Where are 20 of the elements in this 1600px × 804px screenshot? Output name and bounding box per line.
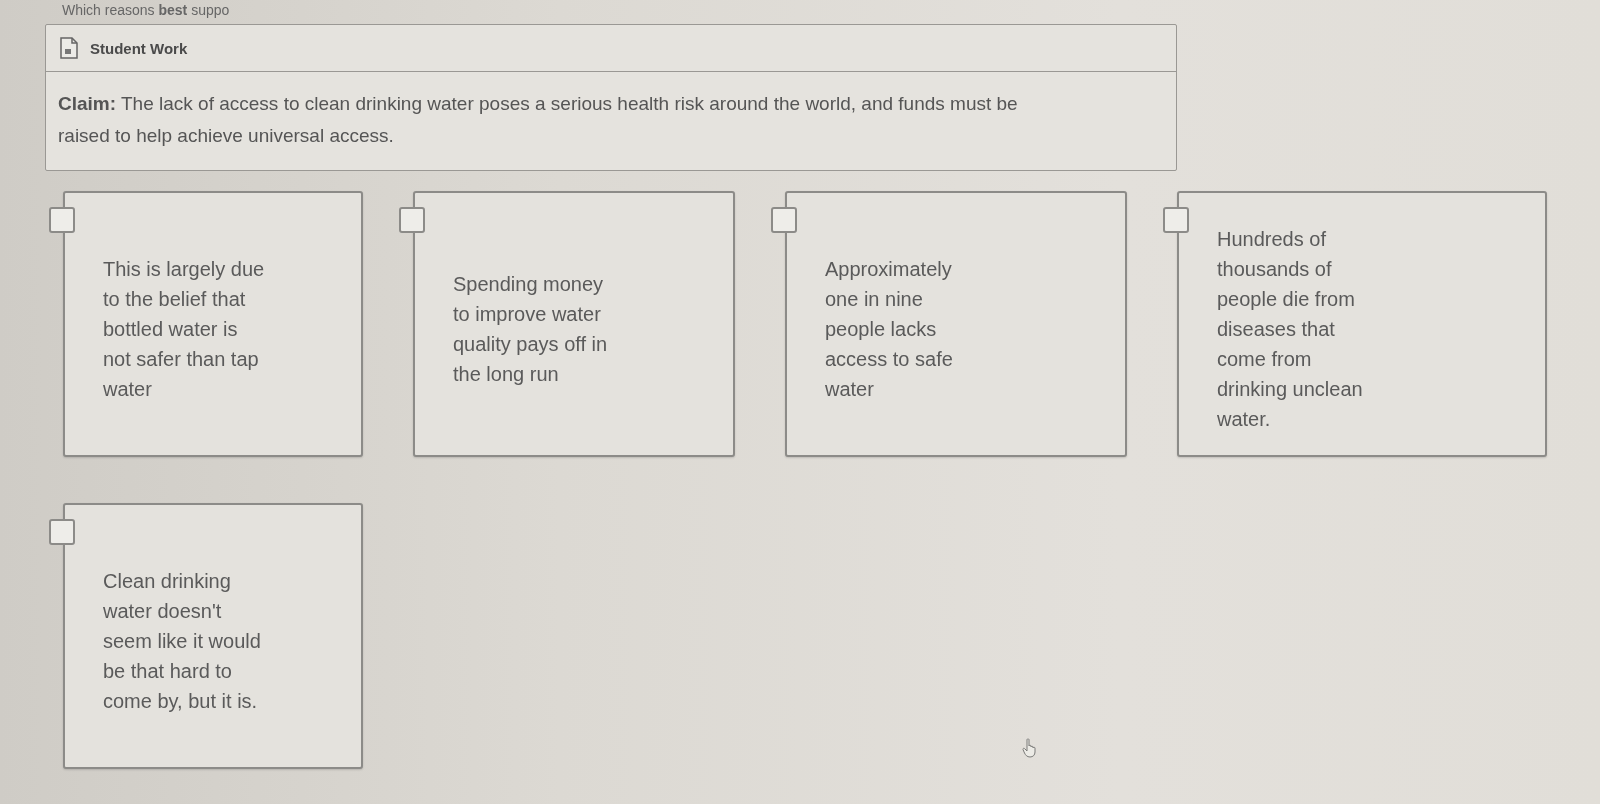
card-text: This is largely due to the belief that bottled water is not safer than tap water <box>103 257 266 402</box>
document-icon <box>60 37 78 59</box>
checkbox[interactable] <box>49 519 75 545</box>
checkbox[interactable] <box>1163 207 1189 233</box>
checkbox[interactable] <box>771 207 797 233</box>
question-text: Which reasons best suppo <box>62 2 230 18</box>
checkbox[interactable] <box>49 207 75 233</box>
hand-cursor-icon <box>1022 738 1038 758</box>
answer-card[interactable]: Clean drinking water doesn't seem like it would be that hard to come by, but it is. <box>63 503 363 769</box>
answer-card[interactable]: Hundreds of thousands of people die from diseases that come from drinking unclean water. <box>1177 191 1547 457</box>
card-text: Spending money to improve water quality pays off in the long run <box>453 272 609 387</box>
card-text: Hundreds of thousands of people die from diseases that come from drinking unclean water. <box>1217 227 1364 432</box>
checkbox[interactable] <box>399 207 425 233</box>
answer-card[interactable]: Spending money to improve water quality pays off in the long run <box>413 191 735 457</box>
claim-text: Claim: The lack of access to clean drinking water poses a serious health risk around the world, and funds must be raised to help achieve universal access. <box>57 92 1019 148</box>
card-text: Clean drinking water doesn't seem like it would be that hard to come by, but it is. <box>103 569 262 714</box>
card-text: Approximately one in nine people lacks access to safe water <box>825 257 954 402</box>
answer-card[interactable]: This is largely due to the belief that bottled water is not safer than tap water <box>63 191 363 457</box>
panel-title: Student Work <box>90 39 188 57</box>
answer-card[interactable]: Approximately one in nine people lacks access to safe water <box>785 191 1127 457</box>
